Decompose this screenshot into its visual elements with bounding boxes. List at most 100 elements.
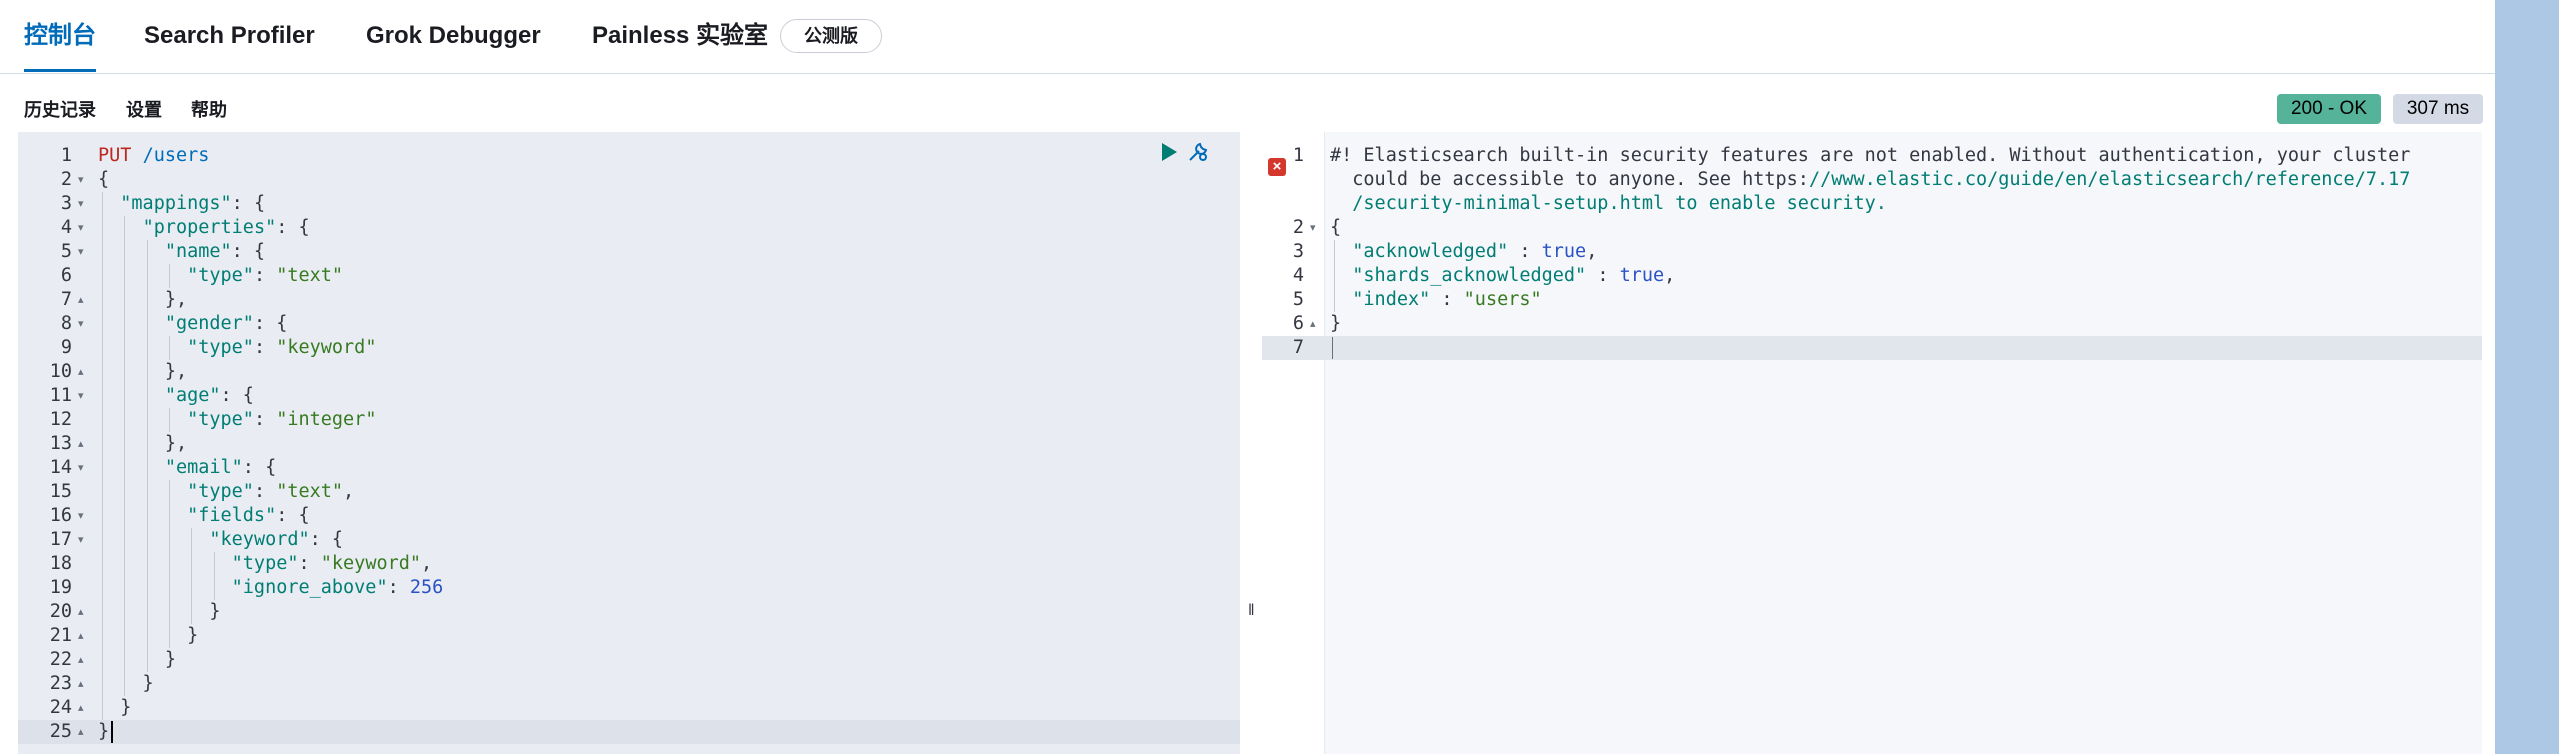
history-link[interactable]: 历史记录 [24,96,96,122]
code-line: "type": "text", [187,481,355,502]
help-link[interactable]: 帮助 [191,96,227,122]
docs-link-continued[interactable]: /security-minimal-setup.html to enable s… [1330,192,1887,216]
tab-console[interactable]: 控制台 [24,0,96,72]
code-line: }, [98,289,188,310]
indent-guide [1334,240,1335,312]
request-time-badge: 307 ms [2393,94,2483,124]
fold-toggle-icon[interactable]: ▴ [78,600,84,624]
line-number: 3 [1292,241,1304,262]
wrench-icon[interactable] [1186,140,1210,164]
code-line: } [98,697,132,718]
code-line: } [98,649,176,670]
line-number: 23 [49,673,72,694]
warning-text: could be accessible to anyone. See https… [1330,168,2410,192]
line-number: 2 [60,169,72,190]
line-number: 4 [60,217,72,238]
indent-guide [124,216,126,696]
fold-toggle-icon[interactable]: ▴ [78,672,84,696]
fold-toggle-icon[interactable]: ▾ [78,504,84,528]
line-number: 19 [49,577,72,598]
code-line: "mappings": { [120,193,266,214]
request-method: PUT [98,145,132,166]
line-number: 6 [60,265,72,286]
indent-guide [168,408,170,432]
fold-toggle-icon[interactable]: ▴ [78,696,84,720]
line-number: 1 [60,145,72,166]
fold-toggle-icon[interactable]: ▾ [78,216,84,240]
docs-link[interactable]: //www.elastic.co/guide/en/elasticsearch/… [1809,169,2410,190]
code-line: "gender": { [164,313,288,334]
settings-link[interactable]: 设置 [126,96,162,122]
response-line: { [1330,217,1342,238]
code-line: }, [98,433,188,454]
error-cross-icon: × [1268,158,1286,176]
code-line: "fields": { [187,505,310,526]
line-number: 24 [49,697,72,718]
fold-toggle-icon[interactable]: ▴ [1310,312,1316,336]
fold-toggle-icon[interactable]: ▴ [78,288,84,312]
response-line: "shards_acknowledged" : true, [1352,265,1676,286]
line-number: 5 [60,241,72,262]
fold-toggle-icon[interactable]: ▾ [78,528,84,552]
line-number: 14 [49,457,72,478]
response-line: "index" : "users" [1352,289,1542,310]
line-number: 21 [49,625,72,646]
tab-search-profiler[interactable]: Search Profiler [144,0,315,72]
tab-painless-lab[interactable]: Painless 实验室 [592,0,768,72]
code-line: }, [98,361,188,382]
tab-grok-debugger[interactable]: Grok Debugger [366,0,541,72]
fold-toggle-icon[interactable]: ▴ [78,648,84,672]
line-number: 25 [49,721,72,742]
line-number: 10 [49,361,72,382]
response-line: } [1330,313,1342,334]
request-path: /users [142,145,210,166]
fold-toggle-icon[interactable]: ▾ [78,168,84,192]
code-line: "type": "integer" [187,409,377,430]
fold-toggle-icon[interactable]: ▾ [78,192,84,216]
fold-toggle-icon[interactable]: ▾ [78,384,84,408]
text-cursor [1332,337,1333,359]
response-line: "acknowledged" : true, [1352,241,1598,262]
fold-toggle-icon[interactable]: ▾ [78,456,84,480]
fold-toggle-icon[interactable]: ▴ [78,624,84,648]
line-number: 11 [49,385,72,406]
tab-bar: 控制台 Search Profiler Grok Debugger Painle… [0,0,2495,74]
code-line: "type": "text" [187,265,344,286]
code-line: { [98,169,110,190]
warning-text-part: could be accessible to anyone. See https… [1330,169,1809,190]
line-number: 20 [49,601,72,622]
editor-resize-handle[interactable]: ‖ [1240,132,1262,754]
fold-toggle-icon[interactable]: ▾ [78,240,84,264]
fold-toggle-icon[interactable]: ▾ [78,312,84,336]
line-number: 7 [60,289,72,310]
line-number: 22 [49,649,72,670]
active-line-highlight [1262,336,2482,360]
status-badge: 200 - OK [2277,94,2381,124]
line-number: 18 [49,553,72,574]
code-line: "name": { [164,241,266,262]
text-cursor [111,721,114,743]
fold-toggle-icon[interactable]: ▴ [78,360,84,384]
indent-guide [146,240,148,672]
line-number: 9 [60,337,72,358]
indent-guide [102,192,103,720]
indent-guide [191,528,193,624]
indent-guide [168,480,170,648]
code-line: } [98,625,199,646]
line-number: 2 [1292,217,1304,238]
code-line: "type": "keyword", [231,553,433,574]
code-line: } [98,601,221,622]
fold-toggle-icon[interactable]: ▾ [1310,216,1316,240]
response-editor[interactable]: 1 2 ▾ 3 4 5 6 ▴ 7 #! Elasticsearch built-in secur… [1262,132,2482,754]
code-line: "keyword": { [209,529,344,550]
console-menu: 历史记录 设置 帮助 [0,74,2495,132]
fold-toggle-icon[interactable]: ▴ [78,720,84,744]
request-editor[interactable]: 1 2 ▾ 3 ▾ 4 ▾ 5 ▾ 6 7 ▴ 8 ▾ 9 10 ▴ 11 ▾ 12 13 ▴ 14 ▾ 15 16 ▾ 17 ▾ 18 1… [18,132,1240,754]
indent-guide [213,552,215,600]
request-line: PUT /users [98,144,209,168]
code-line: "properties": { [142,217,310,238]
fold-toggle-icon[interactable]: ▴ [78,432,84,456]
play-icon[interactable] [1160,142,1178,162]
line-number: 8 [60,313,72,334]
code-line: } [98,721,110,742]
